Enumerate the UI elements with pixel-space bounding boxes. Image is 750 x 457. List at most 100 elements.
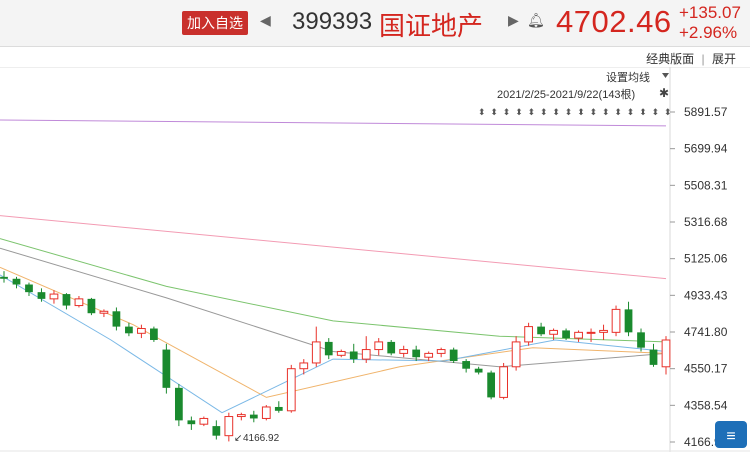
toolbar-separator: | — [701, 52, 705, 66]
candle-down — [150, 328, 158, 340]
sort-icon[interactable]: ⬍ — [565, 107, 573, 117]
candle-up — [499, 366, 508, 398]
sort-icon[interactable]: ⬍ — [515, 107, 523, 117]
candle-up — [74, 298, 84, 307]
candle-up — [311, 341, 321, 364]
y-tick-label: 4358.54 — [684, 398, 728, 412]
low-marker-label: 4166.92 — [243, 433, 280, 444]
sort-icons-row: ⬍ ⬍ ⬍ ⬍ ⬍ ⬍ ⬍ ⬍ ⬍ ⬍ ⬍ ⬍ ⬍ ⬍ ⬍ ⬍ — [478, 107, 672, 117]
candle-down — [187, 420, 196, 425]
add-to-watchlist-button[interactable]: 加入自选 — [182, 11, 248, 35]
low-marker: 4166.92 ↙ — [234, 433, 280, 444]
candle-up — [299, 362, 309, 370]
sort-icon[interactable]: ⬍ — [602, 107, 610, 117]
candle-up — [436, 349, 446, 354]
sort-icon[interactable]: ⬍ — [577, 107, 585, 117]
classic-layout-link[interactable]: 经典版面 — [646, 52, 694, 66]
candle-down — [12, 278, 21, 285]
y-tick-label: 4741.80 — [684, 325, 728, 339]
candle-down — [37, 292, 46, 299]
candle-down — [0, 276, 8, 279]
watermark-logo: ≡ — [715, 421, 747, 448]
price-change: +135.07 — [679, 3, 741, 22]
y-tick-label: 5699.94 — [684, 142, 728, 156]
candle-down — [462, 361, 471, 369]
sort-icon[interactable]: ⬍ — [639, 107, 647, 117]
sort-icon[interactable]: ⬍ — [540, 107, 548, 117]
candle-up — [524, 326, 533, 343]
candle-down — [112, 311, 121, 327]
sort-icon[interactable]: ⬍ — [528, 107, 536, 117]
candle-down — [87, 298, 96, 314]
pin-icon[interactable]: ✱ — [659, 86, 669, 100]
candle-down — [125, 326, 133, 334]
previous-stock-icon[interactable]: ◀ — [260, 12, 271, 29]
candle-down — [649, 349, 658, 365]
alert-bell-icon[interactable]: 🔔︎ — [527, 12, 545, 29]
ma-line — [0, 274, 667, 414]
candle-down — [387, 341, 396, 354]
ma-line — [0, 215, 667, 280]
candlestick-chart[interactable]: 设置均线 2021/2/25-2021/9/22(143根) ✱ ⬍ ⬍ ⬍ ⬍ ⬍ ⬍ ⬍… — [0, 66, 750, 452]
candle-down — [274, 406, 283, 411]
stock-code: 399393 — [292, 8, 373, 35]
candle-up — [137, 328, 146, 334]
sort-icon[interactable]: ⬍ — [627, 107, 635, 117]
next-stock-icon[interactable]: ▶ — [508, 12, 519, 29]
sort-icon[interactable]: ⬍ — [490, 107, 498, 117]
candle-up — [661, 339, 671, 368]
sort-icon[interactable]: ⬍ — [478, 107, 486, 117]
sort-icon[interactable]: ⬍ — [503, 107, 511, 117]
candle-up — [49, 293, 59, 300]
candle-up — [586, 331, 596, 334]
y-tick-label: 5508.31 — [684, 178, 728, 192]
candle-up — [549, 329, 558, 335]
set-ma-link[interactable]: 设置均线 — [606, 70, 650, 84]
expand-link[interactable]: 展开 — [712, 52, 736, 66]
candle-up — [286, 368, 296, 412]
candle-up — [424, 352, 434, 358]
chart-toolbar: 经典版面 | 展开 — [0, 47, 750, 67]
candle-down — [212, 426, 221, 436]
candle-down — [412, 349, 421, 358]
sort-icon[interactable]: ⬍ — [652, 107, 660, 117]
candle-up — [599, 329, 608, 333]
candle-up — [99, 310, 109, 314]
candle-up — [361, 349, 371, 360]
candle-down — [624, 309, 633, 333]
candle-up — [574, 331, 583, 339]
quote-header: 加入自选 ◀ 399393 国证地产 ▶ 🔔︎ 4702.46 +135.07 … — [0, 0, 750, 47]
candle-down — [562, 330, 570, 339]
candle-up — [611, 308, 621, 333]
sort-icon[interactable]: ⬍ — [614, 107, 622, 117]
candle-down — [249, 414, 258, 419]
candle-up — [336, 350, 346, 356]
y-tick-label: 5125.06 — [684, 252, 728, 266]
candle-down — [174, 387, 183, 421]
y-tick-label: 5316.68 — [684, 215, 728, 229]
candle-down — [25, 284, 33, 293]
candle-down — [162, 349, 171, 388]
chart-svg: 设置均线 2021/2/25-2021/9/22(143根) ✱ ⬍ ⬍ ⬍ ⬍ ⬍ ⬍ ⬍… — [0, 66, 750, 452]
stock-name: 国证地产 — [379, 11, 484, 41]
y-tick-label: 4933.43 — [684, 288, 728, 302]
ma-dropdown-icon[interactable] — [662, 73, 669, 78]
price-change-percent: +2.96% — [679, 23, 738, 42]
candle-up — [374, 341, 384, 351]
y-tick-label: 5891.57 — [684, 105, 728, 119]
logo-glyph: ≡ — [726, 428, 735, 445]
ma-line — [0, 119, 667, 127]
candle-up — [511, 341, 521, 368]
candle-down — [537, 326, 545, 335]
candle-down — [349, 351, 358, 360]
candle-down — [449, 349, 458, 362]
candle-up — [399, 349, 409, 354]
y-tick-label: 4550.17 — [684, 362, 728, 376]
candle-up — [199, 417, 209, 425]
candle-down — [487, 372, 496, 398]
candle-down — [324, 341, 333, 356]
date-range-label: 2021/2/25-2021/9/22(143根) — [497, 87, 635, 101]
sort-icon[interactable]: ⬍ — [590, 107, 598, 117]
candle-up — [224, 416, 234, 437]
sort-icon[interactable]: ⬍ — [552, 107, 560, 117]
